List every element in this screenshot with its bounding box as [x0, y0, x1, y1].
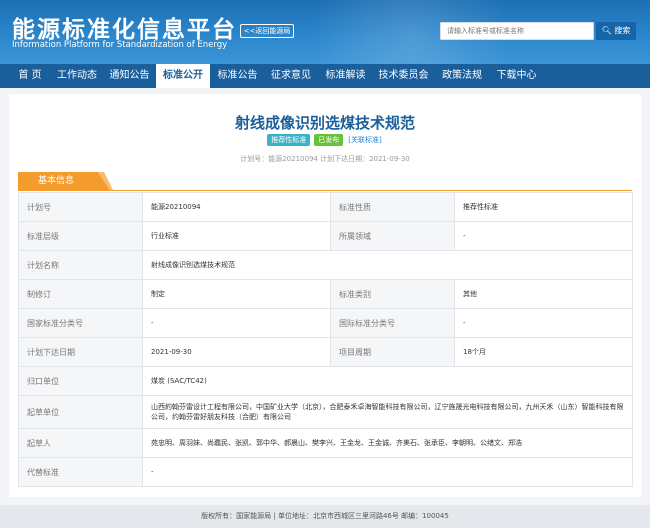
- plan-no-value: 能源20210094: [142, 192, 331, 222]
- nav-downloads[interactable]: 下载中心: [490, 64, 543, 88]
- nav-comments[interactable]: 征求意见: [264, 64, 318, 88]
- content-card: 射线成像识别选煤技术规范 推荐性标准 已发布 [关联标准] 计划号：能源202100…: [9, 94, 641, 497]
- nav-standard-announcements[interactable]: 标准公告: [211, 64, 264, 88]
- table-row: 标准层级 行业标准 所属领域 -: [18, 221, 633, 251]
- nav-notices[interactable]: 通知公告: [103, 64, 156, 88]
- plan-name-label: 计划名称: [18, 250, 143, 280]
- nav-policy[interactable]: 政策法规: [434, 64, 490, 88]
- section-tab-basic-info: 基本信息: [18, 172, 113, 190]
- search-icon: 🔍︎: [601, 26, 612, 35]
- table-row: 制修订 制定 标准类别 其他: [18, 279, 633, 309]
- plan-no-label: 计划号: [18, 192, 143, 222]
- search-input[interactable]: [440, 22, 594, 40]
- ics-label: 国际标准分类号: [330, 308, 455, 338]
- std-nature-value: 推荐性标准: [454, 192, 633, 222]
- section-divider: [18, 190, 632, 191]
- published-badge: 已发布: [314, 134, 344, 146]
- owner-label: 归口单位: [18, 366, 143, 396]
- period-label: 项目周期: [330, 337, 455, 367]
- ccs-label: 国家标准分类号: [18, 308, 143, 338]
- category-label: 标准类别: [330, 279, 455, 309]
- site-header: 能源标准化信息平台 Information Platform for Stand…: [0, 0, 650, 64]
- revision-value: 制定: [142, 279, 331, 309]
- table-row: 代替标准 -: [18, 457, 633, 487]
- replaced-value: -: [142, 457, 633, 487]
- ics-value: -: [454, 308, 633, 338]
- back-to-nea-button[interactable]: <<返回能源局: [240, 24, 294, 38]
- std-nature-label: 标准性质: [330, 192, 455, 222]
- main-nav: 首 页 工作动态 通知公告 标准公开 标准公告 征求意见 标准解读 技术委员会 …: [0, 64, 650, 88]
- drafting-units-value: 山西約翰芬雷设计工程有限公司，中国矿业大学（北京），合肥泰禾卓海智能科技有限公司…: [142, 395, 633, 429]
- nav-standards-public[interactable]: 标准公开: [156, 64, 210, 88]
- table-row: 计划号 能源20210094 标准性质 推荐性标准: [18, 192, 633, 222]
- table-row: 计划名称 射线成像识别选煤技术规范: [18, 250, 633, 280]
- std-level-value: 行业标准: [142, 221, 331, 251]
- revision-label: 制修订: [18, 279, 143, 309]
- owner-value: 煤炭 (SAC/TC42): [142, 366, 633, 396]
- related-standards-link[interactable]: [关联标准]: [347, 134, 382, 146]
- search-button[interactable]: 🔍︎ 搜索: [596, 22, 636, 40]
- badge-row: 推荐性标准 已发布 [关联标准]: [9, 134, 641, 146]
- ccs-value: -: [142, 308, 331, 338]
- nav-work-news[interactable]: 工作动态: [52, 64, 102, 88]
- site-title[interactable]: 能源标准化信息平台: [12, 10, 237, 44]
- nav-tech-committee[interactable]: 技术委员会: [373, 64, 434, 88]
- field-value: -: [454, 221, 633, 251]
- plan-name-value: 射线成像识别选煤技术规范: [142, 250, 633, 280]
- nav-home[interactable]: 首 页: [8, 64, 52, 88]
- search-button-label: 搜索: [614, 26, 631, 35]
- drafting-units-label: 起草单位: [18, 395, 143, 429]
- table-row: 起草人 苑忠明、周羽妹、尚蠢民、张凯、郭中华、郝晨山、樊李兴、王金龙、王金诚、齐…: [18, 428, 633, 458]
- table-row: 归口单位 煤炭 (SAC/TC42): [18, 366, 633, 396]
- drafters-value: 苑忠明、周羽妹、尚蠢民、张凯、郭中华、郝晨山、樊李兴、王金龙、王金诚、齐美石、张…: [142, 428, 633, 458]
- issue-date-label: 计划下达日期: [18, 337, 143, 367]
- basic-info-table: 计划号 能源20210094 标准性质 推荐性标准 标准层级 行业标准 所属领域…: [18, 192, 633, 487]
- category-value: 其他: [454, 279, 633, 309]
- section-title: 基本信息: [38, 176, 75, 186]
- field-label: 所属领域: [330, 221, 455, 251]
- std-level-label: 标准层级: [18, 221, 143, 251]
- plan-meta: 计划号：能源20210094 计划下达日期：2021-09-30: [240, 155, 410, 163]
- drafters-label: 起草人: [18, 428, 143, 458]
- page-title: 射线成像识别选煤技术规范: [234, 114, 415, 132]
- table-row: 国家标准分类号 - 国际标准分类号 -: [18, 308, 633, 338]
- issue-date-value: 2021-09-30: [142, 337, 331, 367]
- site-subtitle: Information Platform for Standardization…: [12, 40, 228, 50]
- period-value: 18个月: [454, 337, 633, 367]
- nav-interpretation[interactable]: 标准解读: [318, 64, 373, 88]
- recommended-badge: 推荐性标准: [267, 134, 311, 146]
- site-footer: 版权所有：国家能源局 | 单位地址：北京市西城区三里河路46号 邮编：10004…: [0, 505, 650, 528]
- table-row: 起草单位 山西約翰芬雷设计工程有限公司，中国矿业大学（北京），合肥泰禾卓海智能科…: [18, 395, 633, 429]
- table-row: 计划下达日期 2021-09-30 项目周期 18个月: [18, 337, 633, 367]
- replaced-label: 代替标准: [18, 457, 143, 487]
